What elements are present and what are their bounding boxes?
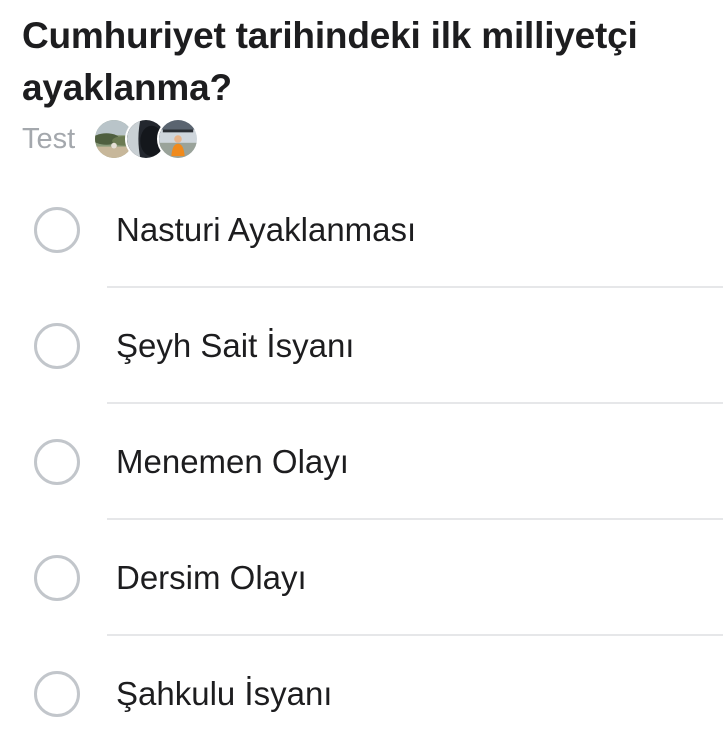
voter-avatars[interactable] <box>93 118 200 160</box>
poll-question: Cumhuriyet tarihindeki ilk milliyetçi ay… <box>22 15 638 108</box>
radio-button[interactable] <box>34 323 80 369</box>
radio-button[interactable] <box>34 671 80 717</box>
poll-option[interactable]: Şeyh Sait İsyanı <box>0 288 723 404</box>
poll-option-label: Şahkulu İsyanı <box>116 675 333 712</box>
poll-option-label: Menemen Olayı <box>116 443 349 480</box>
poll-options: Nasturi Ayaklanması Şeyh Sait İsyanı Men… <box>0 172 723 752</box>
poll-option-label: Nasturi Ayaklanması <box>116 211 417 248</box>
radio-button[interactable] <box>34 555 80 601</box>
poll-option-label: Şeyh Sait İsyanı <box>116 327 355 364</box>
poll-meta: Test <box>22 116 200 162</box>
poll-option-label: Dersim Olayı <box>116 559 307 596</box>
poll-option[interactable]: Menemen Olayı <box>0 404 723 520</box>
poll-option[interactable]: Dersim Olayı <box>0 520 723 636</box>
poll-option[interactable]: Nasturi Ayaklanması <box>0 172 723 288</box>
radio-button[interactable] <box>34 439 80 485</box>
poll-type-label: Test <box>22 122 76 155</box>
person-photo-icon <box>159 120 198 158</box>
radio-button[interactable] <box>34 207 80 253</box>
poll-option[interactable]: Şahkulu İsyanı <box>0 636 723 752</box>
avatar <box>157 118 200 160</box>
